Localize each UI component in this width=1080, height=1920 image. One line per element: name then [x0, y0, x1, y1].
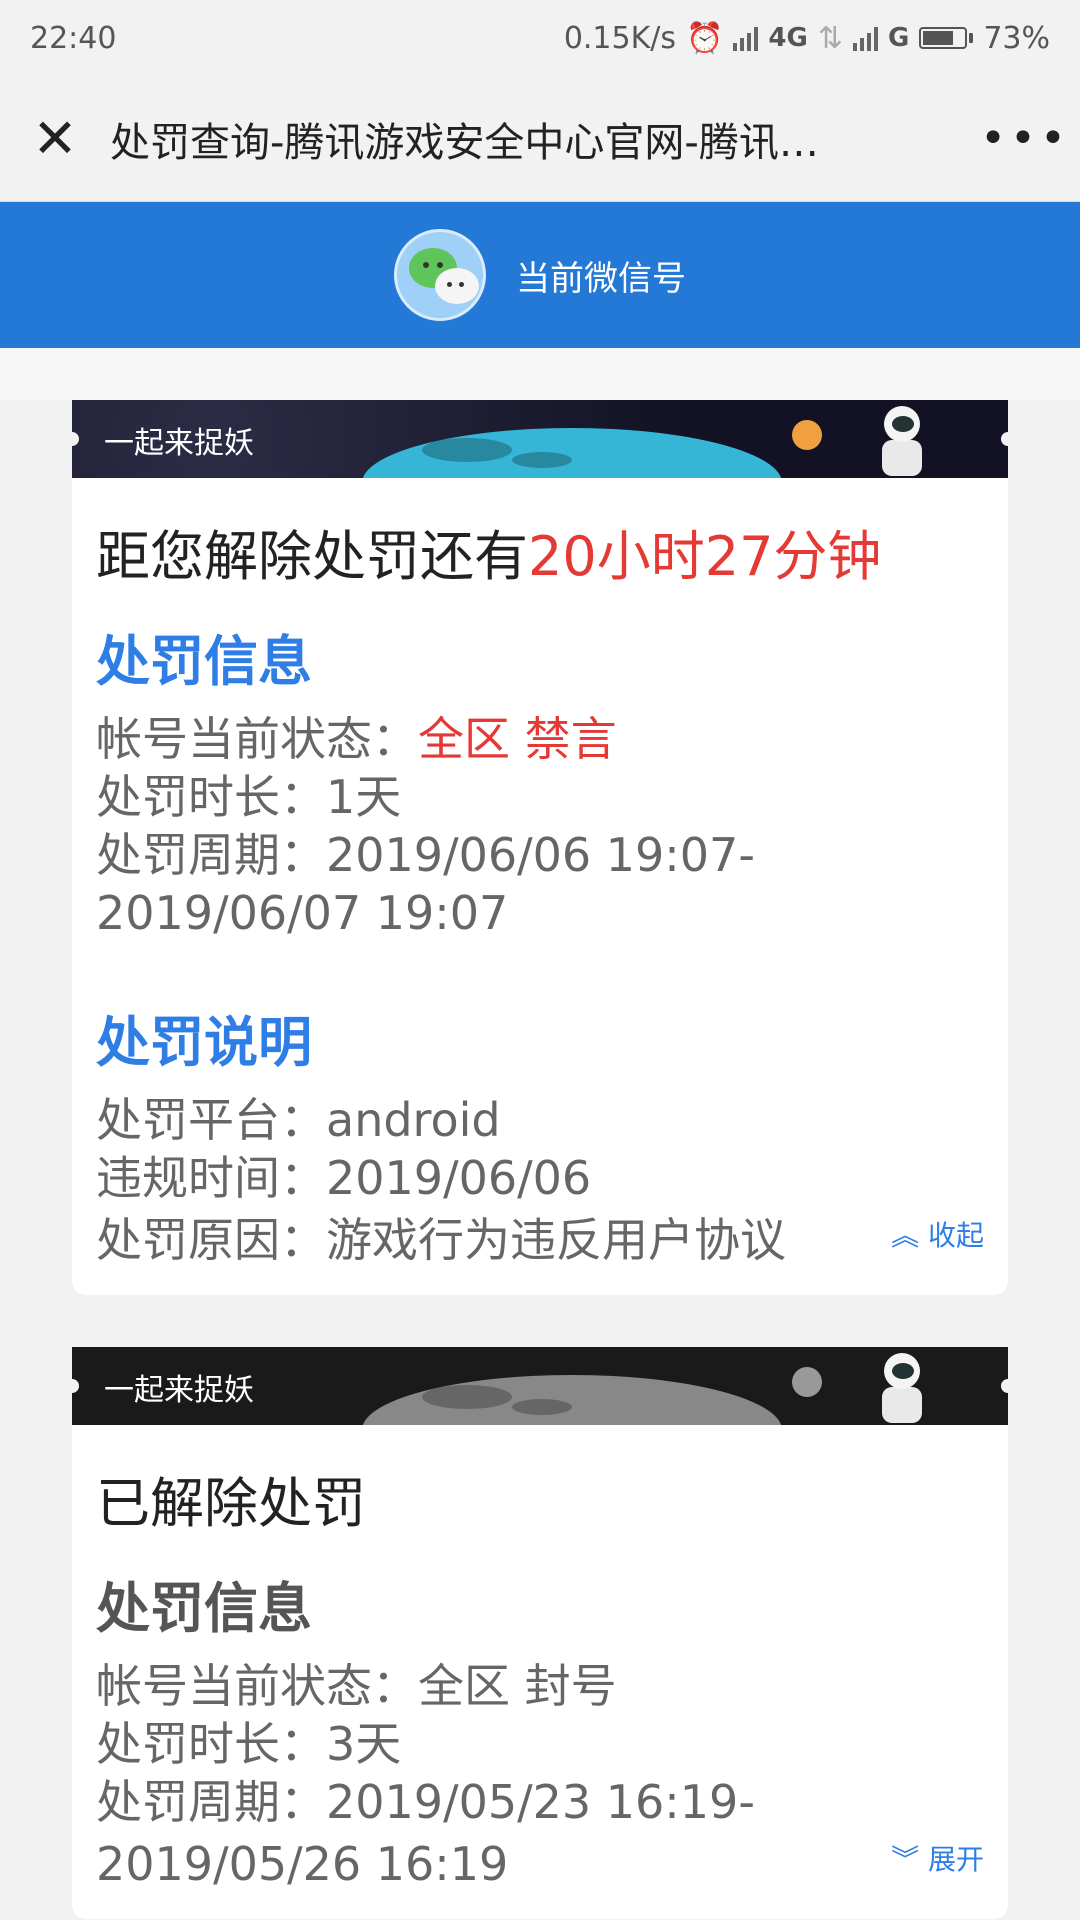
collapse-button[interactable]: ︽ 收起: [891, 1207, 984, 1265]
expand-button[interactable]: ︾ 展开: [891, 1831, 984, 1889]
penalty-info-title: 处罚信息: [96, 630, 312, 693]
penalty-detail-title: 处罚说明: [96, 1011, 312, 1074]
game-name: 一起来捉妖: [104, 426, 254, 461]
battery-percent: 73%: [983, 20, 1050, 56]
period-value-start: 2019/05/23 16:19-: [326, 1775, 755, 1829]
status-value: 全区 封号: [418, 1659, 617, 1713]
game-banner: 一起来捉妖: [72, 400, 1008, 478]
penalty-list: 一起来捉妖 距您解除处罚还有20小时27分钟 处罚信息 帐号当前状态：全区 禁言…: [0, 400, 1080, 1919]
violation-time-key: 违规时间：: [96, 1151, 326, 1205]
account-label[interactable]: 当前微信号: [516, 251, 686, 300]
period-row: 处罚周期：2019/06/06 19:07- 2019/06/07 19:07: [96, 826, 984, 942]
violation-time-row: 违规时间：2019/06/06: [96, 1149, 984, 1207]
planet-icon: [792, 420, 822, 450]
violation-time-value: 2019/06/06: [326, 1151, 592, 1205]
signal-icon: [733, 25, 759, 51]
platform-value: android: [326, 1093, 501, 1147]
wechat-icon: [394, 229, 486, 321]
status-key: 帐号当前状态：: [96, 712, 418, 766]
nav-bar: ✕ 处罚查询-腾讯游戏安全中心官网-腾讯… •••: [0, 76, 1080, 202]
duration-row: 处罚时长：1天: [96, 768, 984, 826]
period-row: 处罚周期：2019/05/23 16:19-: [96, 1773, 984, 1831]
moon-illustration: [362, 1375, 782, 1425]
status-row: 帐号当前状态：全区 禁言: [96, 710, 984, 768]
battery-icon: [919, 27, 974, 49]
penalty-card-released: 一起来捉妖 已解除处罚 处罚信息 帐号当前状态：全区 封号 处罚时长：3天 处罚…: [72, 1347, 1008, 1919]
network-type-4g: 4G: [768, 23, 808, 53]
header-gap: [0, 348, 1080, 400]
period-row-end: 2019/05/26 16:19 ︾ 展开: [96, 1831, 984, 1893]
status-row: 帐号当前状态：全区 封号: [96, 1657, 984, 1715]
collapse-label: 收起: [927, 1219, 984, 1252]
released-status: 已解除处罚: [96, 1472, 366, 1535]
chevron-down-icon: ︾: [891, 1843, 920, 1876]
signal-icon-2: [852, 25, 878, 51]
expand-label: 展开: [927, 1843, 984, 1876]
period-key: 处罚周期：: [96, 1775, 326, 1829]
duration-row: 处罚时长：3天: [96, 1715, 984, 1773]
countdown-text: 距您解除处罚还有20小时27分钟: [96, 512, 984, 591]
countdown-prefix: 距您解除处罚还有: [96, 525, 528, 588]
account-header: 当前微信号: [0, 202, 1080, 348]
game-name: 一起来捉妖: [104, 1373, 254, 1408]
period-key: 处罚周期：: [96, 828, 326, 882]
penalty-info-title: 处罚信息: [96, 1577, 312, 1640]
platform-row: 处罚平台：android: [96, 1091, 984, 1149]
duration-key: 处罚时长：: [96, 770, 326, 824]
network-speed: 0.15K/s: [563, 20, 677, 56]
status-time: 22:40: [30, 20, 117, 56]
reason-key: 处罚原因：: [96, 1213, 326, 1267]
reason-row: 处罚原因：游戏行为违反用户协议 ︽ 收起: [96, 1207, 984, 1269]
data-arrows-icon: ⇅: [817, 20, 843, 56]
period-value-end: 2019/06/07 19:07: [96, 886, 509, 940]
alarm-icon: ⏰: [686, 20, 724, 56]
duration-value: 3天: [326, 1717, 402, 1771]
status-value: 全区 禁言: [418, 712, 617, 766]
penalty-card-active: 一起来捉妖 距您解除处罚还有20小时27分钟 处罚信息 帐号当前状态：全区 禁言…: [72, 400, 1008, 1295]
duration-key: 处罚时长：: [96, 1717, 326, 1771]
period-value-start: 2019/06/06 19:07-: [326, 828, 755, 882]
astronaut-icon: [872, 406, 932, 476]
status-key: 帐号当前状态：: [96, 1659, 418, 1713]
page-title: 处罚查询-腾讯游戏安全中心官网-腾讯…: [110, 119, 819, 166]
period-value-end: 2019/05/26 16:19: [96, 1837, 509, 1891]
planet-icon: [792, 1367, 822, 1397]
platform-key: 处罚平台：: [96, 1093, 326, 1147]
astronaut-icon: [872, 1353, 932, 1423]
close-icon[interactable]: ✕: [0, 107, 110, 170]
more-icon[interactable]: •••: [970, 113, 1080, 164]
chevron-up-icon: ︽: [891, 1219, 920, 1252]
countdown-value: 20小时27分钟: [528, 525, 882, 588]
duration-value: 1天: [326, 770, 402, 824]
status-bar: 22:40 0.15K/s ⏰ 4G ⇅ G 73%: [0, 0, 1080, 76]
reason-value: 游戏行为违反用户协议: [326, 1213, 786, 1267]
network-type-g: G: [887, 23, 910, 53]
status-indicators: 0.15K/s ⏰ 4G ⇅ G 73%: [564, 21, 1050, 56]
game-banner: 一起来捉妖: [72, 1347, 1008, 1425]
moon-illustration: [362, 428, 782, 478]
